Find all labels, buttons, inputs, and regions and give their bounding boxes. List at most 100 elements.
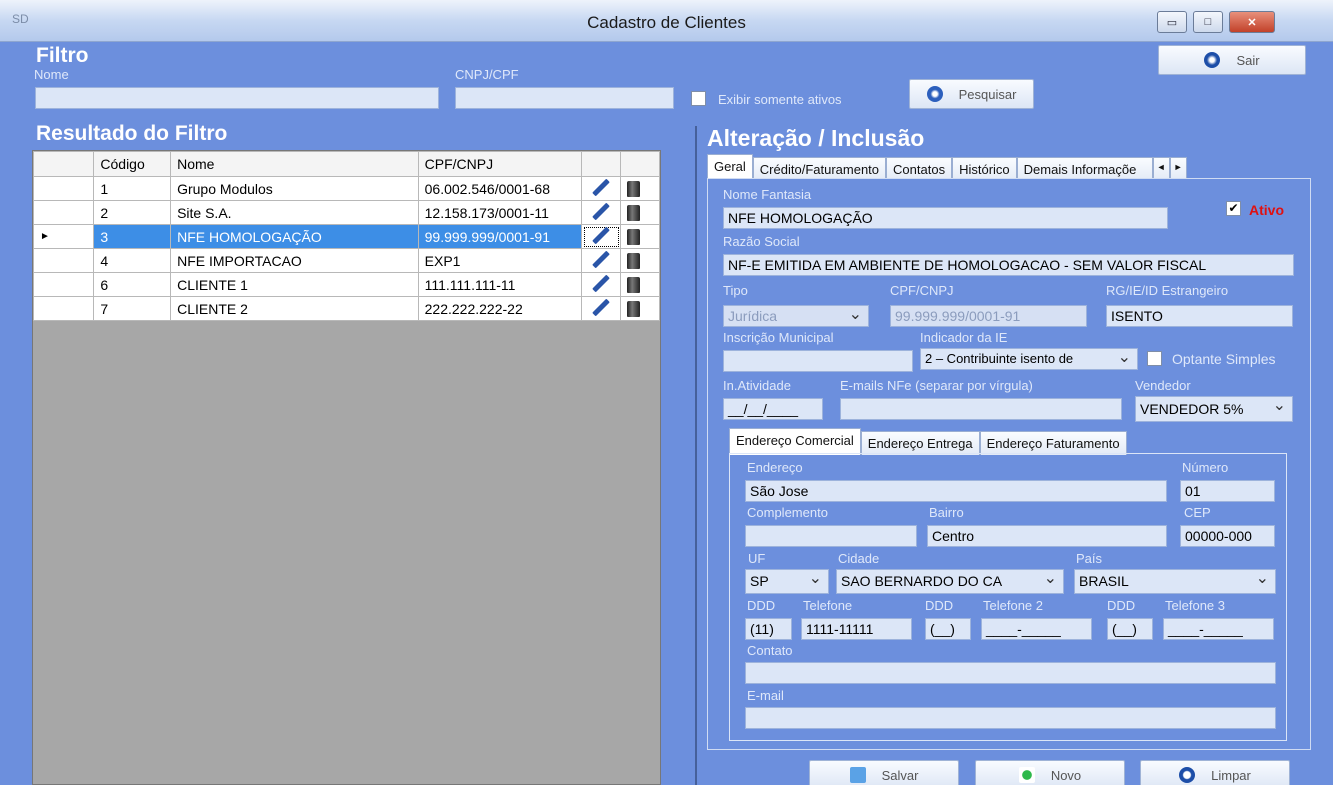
uf-select[interactable]: SP bbox=[745, 569, 829, 594]
delete-cell[interactable] bbox=[620, 176, 660, 201]
contato-input[interactable] bbox=[745, 662, 1276, 684]
ativo-checkbox[interactable]: ✔ bbox=[1226, 201, 1241, 216]
insc-mun-label: Inscrição Municipal bbox=[723, 330, 834, 345]
endereco-input[interactable]: São Jose bbox=[745, 480, 1167, 502]
col-codigo[interactable]: Código bbox=[93, 151, 172, 177]
search-icon bbox=[926, 86, 943, 102]
optante-checkbox[interactable] bbox=[1147, 351, 1162, 366]
edit-pencil-icon[interactable] bbox=[588, 298, 610, 316]
in-atividade-label: In.Atividade bbox=[723, 378, 791, 393]
tab-endereco-entrega[interactable]: Endereço Entrega bbox=[860, 431, 980, 455]
table-row-selected[interactable]: ► 3 NFE HOMOLOGAÇÃO 99.999.999/0001-91 bbox=[32, 224, 660, 249]
col-cpf[interactable]: CPF/CNPJ bbox=[417, 151, 583, 177]
delete-trash-icon[interactable] bbox=[627, 252, 641, 269]
delete-trash-icon[interactable] bbox=[627, 180, 641, 197]
nome-fantasia-input[interactable]: NFE HOMOLOGAÇÃO bbox=[723, 207, 1168, 229]
edit-pencil-icon[interactable] bbox=[588, 226, 610, 244]
edit-pencil-icon[interactable] bbox=[588, 178, 610, 196]
tipo-select[interactable]: Jurídica bbox=[723, 305, 869, 327]
uf-label: UF bbox=[748, 551, 766, 566]
save-button[interactable]: Salvar bbox=[809, 760, 959, 785]
razao-input[interactable]: NF-E EMITIDA EM AMBIENTE DE HOMOLOGACAO … bbox=[723, 254, 1294, 276]
tel1-input[interactable]: 1111-11111 bbox=[801, 618, 912, 640]
table-row[interactable]: 6 CLIENTE 1 111.111.111-11 bbox=[32, 272, 660, 297]
pais-select[interactable]: BRASIL bbox=[1074, 569, 1276, 594]
ativo-label: Ativo bbox=[1249, 202, 1284, 218]
table-row[interactable]: 4 NFE IMPORTACAO EXP1 bbox=[32, 248, 660, 273]
results-grid[interactable]: Código Nome CPF/CNPJ 1 Grupo Modulos 06.… bbox=[32, 150, 661, 785]
nome-filter-label: Nome bbox=[34, 67, 69, 82]
close-button[interactable]: ✕ bbox=[1229, 11, 1275, 33]
insc-mun-input[interactable] bbox=[723, 350, 913, 372]
edit-pencil-icon[interactable] bbox=[588, 202, 610, 220]
rg-input[interactable]: ISENTO bbox=[1106, 305, 1293, 327]
tel2-label: Telefone 2 bbox=[983, 598, 1043, 613]
nome-filter-input[interactable] bbox=[35, 87, 439, 109]
bairro-input[interactable]: Centro bbox=[927, 525, 1167, 547]
numero-input[interactable]: 01 bbox=[1180, 480, 1275, 502]
in-atividade-input[interactable]: __/__/____ bbox=[723, 398, 823, 420]
delete-cell[interactable] bbox=[620, 200, 660, 225]
edit-cell[interactable] bbox=[581, 224, 622, 249]
complemento-input[interactable] bbox=[745, 525, 917, 547]
vendedor-label: Vendedor bbox=[1135, 378, 1191, 393]
delete-cell[interactable] bbox=[620, 272, 660, 297]
ddd3-input[interactable]: (__) bbox=[1107, 618, 1153, 640]
col-nome[interactable]: Nome bbox=[170, 151, 419, 177]
delete-cell[interactable] bbox=[620, 248, 660, 273]
emails-input[interactable] bbox=[840, 398, 1122, 420]
edit-cell[interactable] bbox=[581, 248, 622, 273]
tab-endereco-comercial[interactable]: Endereço Comercial bbox=[729, 428, 861, 455]
delete-trash-icon[interactable] bbox=[627, 300, 641, 317]
edit-cell[interactable] bbox=[581, 272, 622, 297]
cidade-select[interactable]: SAO BERNARDO DO CA bbox=[836, 569, 1064, 594]
edit-pencil-icon[interactable] bbox=[588, 250, 610, 268]
ddd3-label: DDD bbox=[1107, 598, 1136, 613]
tel2-input[interactable]: ____-_____ bbox=[981, 618, 1092, 640]
edit-pencil-icon[interactable] bbox=[588, 274, 610, 292]
maximize-button[interactable]: □ bbox=[1193, 11, 1223, 33]
exit-button[interactable]: Sair bbox=[1158, 45, 1306, 75]
cpf-input[interactable]: 99.999.999/0001-91 bbox=[890, 305, 1087, 327]
endereco-label: Endereço bbox=[747, 460, 803, 475]
window-title: Cadastro de Clientes bbox=[587, 13, 746, 32]
delete-trash-icon[interactable] bbox=[627, 276, 641, 293]
delete-cell[interactable] bbox=[620, 296, 660, 321]
main-window: SD Cadastro de Clientes ▭ □ ✕ Filtro Nom… bbox=[0, 0, 1333, 785]
panel-divider[interactable] bbox=[695, 126, 697, 785]
cep-input[interactable]: 00000-000 bbox=[1180, 525, 1275, 547]
delete-trash-icon[interactable] bbox=[627, 228, 641, 245]
cell-codigo: 1 bbox=[93, 176, 172, 201]
new-button-label: Novo bbox=[1050, 767, 1082, 783]
tab-endereco-faturamento[interactable]: Endereço Faturamento bbox=[979, 431, 1127, 455]
ddd2-input[interactable]: (__) bbox=[925, 618, 971, 640]
edit-cell[interactable] bbox=[581, 200, 622, 225]
delete-cell[interactable] bbox=[620, 224, 660, 249]
cnpj-filter-input[interactable] bbox=[455, 87, 674, 109]
only-active-checkbox[interactable] bbox=[691, 91, 706, 106]
table-row[interactable]: 2 Site S.A. 12.158.173/0001-11 bbox=[32, 200, 660, 225]
email-input[interactable] bbox=[745, 707, 1276, 729]
ddd1-input[interactable]: (11) bbox=[745, 618, 792, 640]
rg-label: RG/IE/ID Estrangeiro bbox=[1106, 283, 1229, 298]
delete-trash-icon[interactable] bbox=[627, 204, 641, 221]
tipo-label: Tipo bbox=[723, 283, 748, 298]
cep-label: CEP bbox=[1184, 505, 1211, 520]
only-active-label: Exibir somente ativos bbox=[718, 92, 842, 107]
razao-label: Razão Social bbox=[723, 234, 800, 249]
tab-geral[interactable]: Geral bbox=[707, 154, 753, 181]
minimize-button[interactable]: ▭ bbox=[1157, 11, 1187, 33]
new-button[interactable]: Novo bbox=[975, 760, 1125, 785]
cell-nome: NFE HOMOLOGAÇÃO bbox=[170, 224, 419, 249]
clear-button[interactable]: Limpar bbox=[1140, 760, 1290, 785]
optante-label: Optante Simples bbox=[1172, 351, 1276, 367]
table-row[interactable]: 7 CLIENTE 2 222.222.222-22 bbox=[32, 296, 660, 321]
edit-cell[interactable] bbox=[581, 296, 622, 321]
vendedor-select[interactable]: VENDEDOR 5% bbox=[1135, 396, 1293, 422]
tel3-input[interactable]: ____-_____ bbox=[1163, 618, 1274, 640]
exit-button-label: Sair bbox=[1236, 52, 1260, 68]
edit-cell[interactable] bbox=[581, 176, 622, 201]
ind-ie-select[interactable]: 2 – Contribuinte isento de bbox=[920, 348, 1138, 370]
table-row[interactable]: 1 Grupo Modulos 06.002.546/0001-68 bbox=[32, 176, 660, 201]
search-button[interactable]: Pesquisar bbox=[909, 79, 1034, 109]
